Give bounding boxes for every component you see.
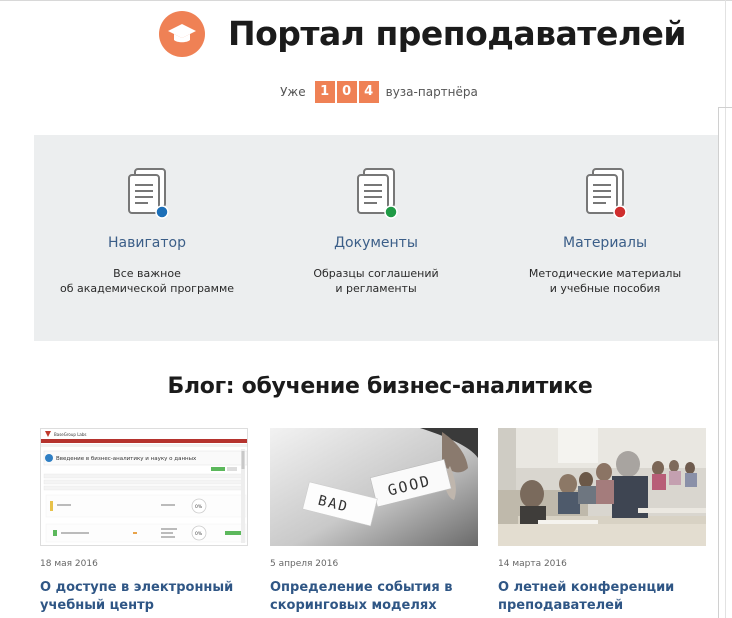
partner-counter: Уже 1 0 4 вуза-партнёра (0, 81, 732, 103)
counter-digit: 1 (314, 81, 335, 103)
feature-description-line: об академической программе (59, 282, 235, 295)
conference-photo-graphic (498, 428, 706, 546)
post-date: 18 мая 2016 (40, 559, 98, 569)
feature-documents[interactable]: Документы Образцы соглашений и регламент… (266, 135, 486, 341)
feature-title[interactable]: Материалы (495, 235, 715, 251)
post-title-line[interactable]: учебный центр (40, 597, 248, 615)
scrollbar-track-top (718, 107, 732, 108)
site-header: Портал преподавателей (0, 0, 732, 70)
scrollbar-track[interactable] (718, 107, 719, 618)
document-icon (586, 168, 627, 219)
screenshot-thumbnail-graphic: BaseGroup Labs Введение в бизнес-аналити… (41, 429, 247, 545)
feature-description-line: и учебные пособия (549, 282, 661, 295)
document-icon (128, 168, 169, 219)
thumb-course: Введение в бизнес-аналитику и науку о да… (56, 456, 197, 462)
counter-digit: 0 (336, 81, 357, 103)
post-date: 14 марта 2016 (498, 559, 567, 569)
site-logo[interactable] (159, 11, 205, 57)
feature-description: Образцы соглашений и регламенты (266, 266, 486, 296)
bad-good-photo-graphic: GOOD BAD (270, 428, 478, 546)
post-title-line[interactable]: Определение события в (270, 579, 478, 597)
feature-navigator[interactable]: Навигатор Все важное об академической пр… (37, 135, 257, 341)
thumb-brand: BaseGroup Labs (54, 432, 87, 437)
document-icon (357, 168, 398, 219)
features-panel: Навигатор Все важное об академической пр… (34, 135, 718, 341)
feature-description-line: и регламенты (335, 282, 417, 295)
feature-title[interactable]: Навигатор (37, 235, 257, 251)
post-title-line[interactable]: О доступе в электронный (40, 579, 248, 597)
feature-title[interactable]: Документы (266, 235, 486, 251)
post-date: 5 апреля 2016 (270, 559, 339, 569)
feature-materials[interactable]: Материалы Методические материалы и учебн… (495, 135, 715, 341)
counter-suffix: вуза-партнёра (385, 85, 478, 99)
thumb-percent: 0% (195, 504, 203, 510)
feature-description: Методические материалы и учебные пособия (495, 266, 715, 296)
post-title-line[interactable]: преподавателей (498, 597, 706, 615)
feature-description-line: Образцы соглашений (313, 267, 439, 280)
page-title: Портал преподавателей (228, 14, 687, 53)
feature-description-line: Все важное (113, 267, 181, 280)
feature-description-line: Методические материалы (528, 267, 682, 280)
post-title-line[interactable]: скоринговых моделях (270, 597, 478, 615)
bad-good-cards-photo[interactable]: GOOD BAD (270, 428, 478, 546)
post-title-link[interactable]: О летней конференции преподавателей (498, 579, 706, 615)
feature-description: Все важное об академической программе (37, 266, 257, 296)
screenshot-thumbnail[interactable]: BaseGroup Labs Введение в бизнес-аналити… (40, 428, 248, 546)
conference-audience-photo[interactable] (498, 428, 706, 546)
thumb-percent: 0% (195, 531, 203, 537)
counter-digit: 4 (358, 81, 379, 103)
post-title-link[interactable]: Определение события в скоринговых моделя… (270, 579, 478, 615)
graduation-cap-icon (168, 24, 196, 43)
blog-heading: Блог: обучение бизнес-аналитике (167, 374, 593, 399)
counter-prefix: Уже (280, 85, 306, 99)
post-title-line[interactable]: О летней конференции (498, 579, 706, 597)
post-title-link[interactable]: О доступе в электронный учебный центр (40, 579, 248, 615)
